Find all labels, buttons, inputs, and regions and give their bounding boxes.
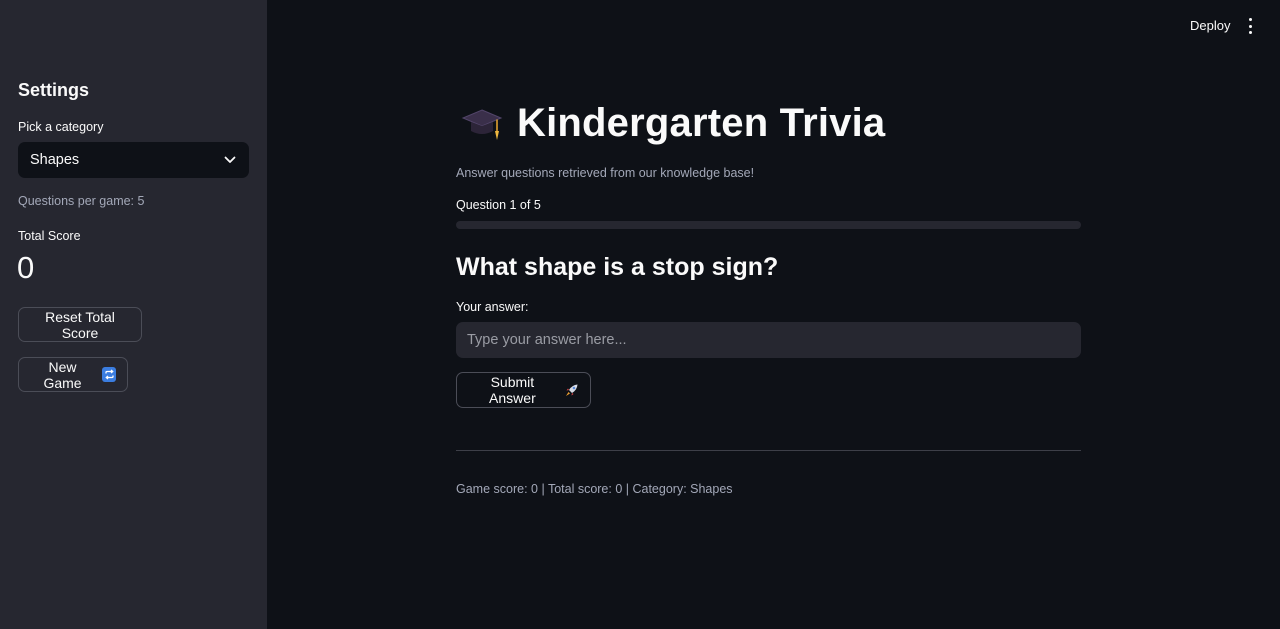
- repeat-icon: [102, 367, 116, 382]
- reset-total-score-button[interactable]: Reset Total Score: [18, 307, 142, 342]
- deploy-button[interactable]: Deploy: [1190, 18, 1230, 33]
- answer-input[interactable]: [456, 322, 1081, 358]
- app: Settings Pick a category Shapes Question…: [0, 0, 1280, 629]
- questions-per-game: Questions per game: 5: [18, 194, 145, 208]
- category-label: Pick a category: [18, 120, 104, 134]
- chevron-down-icon: [223, 153, 237, 167]
- progress-bar: [456, 221, 1081, 229]
- score-status: Game score: 0 | Total score: 0 | Categor…: [456, 482, 733, 496]
- rocket-icon: [564, 382, 579, 398]
- total-score-label: Total Score: [18, 229, 81, 243]
- sidebar-title: Settings: [18, 80, 90, 100]
- question-text: What shape is a stop sign?: [456, 253, 779, 281]
- category-select-value: Shapes: [30, 152, 80, 168]
- new-game-button[interactable]: New Game: [18, 357, 128, 392]
- new-game-label: New Game: [43, 358, 82, 391]
- answer-label: Your answer:: [456, 300, 529, 314]
- divider: [456, 450, 1081, 451]
- page-title: Kindergarten Trivia: [517, 101, 886, 145]
- category-select[interactable]: Shapes: [18, 142, 249, 178]
- submit-answer-button[interactable]: Submit Answer: [456, 372, 591, 408]
- sidebar: Settings Pick a category Shapes Question…: [0, 0, 267, 629]
- page-subtitle: Answer questions retrieved from our know…: [456, 166, 755, 180]
- total-score-value: 0: [17, 250, 35, 285]
- reset-total-score-label: Reset Total Score: [45, 308, 115, 341]
- kebab-menu-icon[interactable]: [1243, 18, 1257, 34]
- title-row: Kindergarten Trivia: [460, 101, 885, 146]
- submit-answer-label: Submit Answer: [489, 374, 536, 406]
- graduation-cap-icon: [460, 102, 504, 146]
- progress-text: Question 1 of 5: [456, 198, 541, 212]
